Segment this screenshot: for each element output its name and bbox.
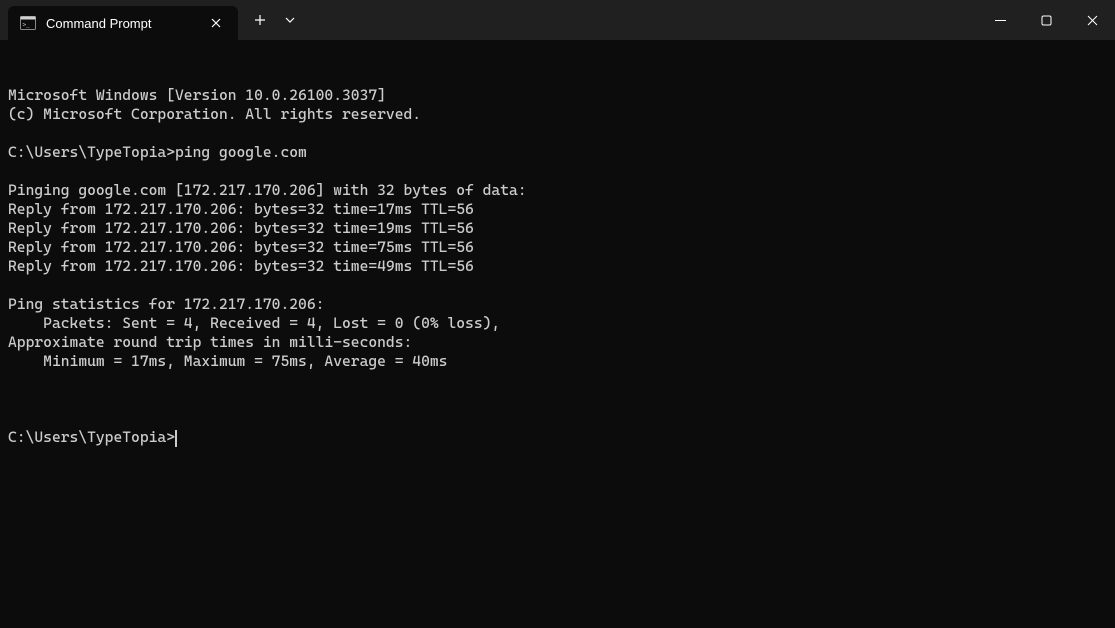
terminal-line: Approximate round trip times in milli-se… (8, 333, 1107, 352)
terminal-line: Ping statistics for 172.217.170.206: (8, 295, 1107, 314)
terminal-line: C:\Users\TypeTopia>ping google.com (8, 143, 1107, 162)
svg-text:>_: >_ (23, 22, 31, 29)
window-controls (977, 0, 1115, 40)
maximize-button[interactable] (1023, 0, 1069, 40)
prompt: C:\Users\TypeTopia> (8, 428, 175, 446)
minimize-button[interactable] (977, 0, 1023, 40)
terminal-line: Minimum = 17ms, Maximum = 75ms, Average … (8, 352, 1107, 371)
terminal-line: Packets: Sent = 4, Received = 4, Lost = … (8, 314, 1107, 333)
terminal-line: Reply from 172.217.170.206: bytes=32 tim… (8, 219, 1107, 238)
tab-command-prompt[interactable]: >_ Command Prompt (8, 6, 238, 40)
titlebar: >_ Command Prompt (0, 0, 1115, 40)
terminal-line: Reply from 172.217.170.206: bytes=32 tim… (8, 238, 1107, 257)
new-tab-button[interactable] (244, 4, 276, 36)
tab-dropdown-button[interactable] (276, 4, 304, 36)
terminal-line (8, 162, 1107, 181)
close-window-button[interactable] (1069, 0, 1115, 40)
terminal-line: (c) Microsoft Corporation. All rights re… (8, 105, 1107, 124)
terminal-line (8, 276, 1107, 295)
tab-title: Command Prompt (46, 16, 198, 31)
close-tab-button[interactable] (206, 13, 226, 33)
terminal-line (8, 124, 1107, 143)
terminal-line: Reply from 172.217.170.206: bytes=32 tim… (8, 200, 1107, 219)
terminal-line: Microsoft Windows [Version 10.0.26100.30… (8, 86, 1107, 105)
cursor (175, 430, 177, 447)
terminal-output[interactable]: Microsoft Windows [Version 10.0.26100.30… (0, 40, 1115, 474)
terminal-line: Reply from 172.217.170.206: bytes=32 tim… (8, 257, 1107, 276)
cmd-icon: >_ (20, 15, 36, 31)
terminal-line: Pinging google.com [172.217.170.206] wit… (8, 181, 1107, 200)
terminal-line (8, 371, 1107, 390)
